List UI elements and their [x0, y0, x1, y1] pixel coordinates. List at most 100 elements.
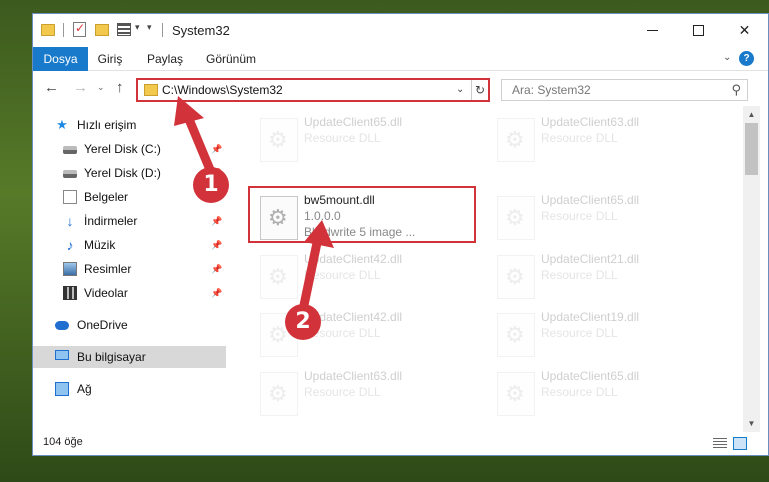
- address-bar[interactable]: C:\Windows\System32 ⌄ ↻: [136, 78, 490, 102]
- chevron-down-icon[interactable]: ⌄: [456, 84, 464, 95]
- scrollbar-thumb[interactable]: [745, 123, 758, 175]
- downloads-icon: ↓: [66, 213, 74, 229]
- file-name: UpdateClient63.dll: [304, 369, 403, 383]
- onedrive-icon: [55, 321, 69, 330]
- file-name: UpdateClient21.dll: [541, 252, 640, 266]
- videos-icon: [63, 286, 77, 300]
- folder-icon: [41, 24, 55, 36]
- details-view-icon[interactable]: [713, 438, 727, 449]
- ribbon: Dosya Giriş Paylaş Görünüm ⌄ ?: [33, 47, 768, 71]
- file-explorer-window: ▾ ▾ System32 ✕ Dosya Giriş Paylaş Görünü…: [32, 13, 769, 456]
- pictures-icon: [63, 262, 77, 276]
- file-item[interactable]: UpdateClient65.dll Resource DLL: [254, 110, 484, 164]
- file-item[interactable]: UpdateClient21.dll Resource DLL: [491, 247, 721, 301]
- documents-icon: [63, 190, 77, 204]
- search-input[interactable]: Ara: System32: [512, 83, 591, 97]
- file-item[interactable]: UpdateClient65.dll Resource DLL: [491, 188, 721, 242]
- file-item[interactable]: UpdateClient42.dll Resource DLL: [254, 247, 484, 301]
- help-icon[interactable]: ?: [739, 51, 754, 66]
- sidebar-item-network[interactable]: Ağ: [33, 378, 226, 400]
- file-list: UpdateClient65.dll Resource DLL bw5mount…: [226, 106, 743, 432]
- minimize-button[interactable]: [630, 14, 675, 46]
- sidebar-item-quick-access[interactable]: ★ Hızlı erişim: [33, 114, 226, 136]
- file-name: UpdateClient65.dll: [541, 369, 640, 383]
- drive-icon: [63, 170, 77, 178]
- sidebar-item-onedrive[interactable]: OneDrive: [33, 314, 226, 336]
- file-name: UpdateClient19.dll: [541, 310, 640, 324]
- file-description: Resource DLL: [304, 131, 381, 145]
- item-count: 104 öğe: [43, 436, 83, 448]
- tab-view[interactable]: Görünüm: [201, 47, 261, 71]
- scroll-up-icon[interactable]: ▲: [743, 106, 760, 123]
- dll-file-icon: [260, 118, 298, 162]
- expand-ribbon-icon[interactable]: ⌄: [723, 52, 731, 63]
- separator: [162, 23, 163, 37]
- customize-toolbar-icon[interactable]: ▾: [147, 22, 152, 40]
- title-bar: ▾ ▾ System32 ✕: [33, 14, 768, 47]
- sidebar-item-videos[interactable]: Videolar 📌: [33, 282, 226, 304]
- sidebar-item-label: Yerel Disk (C:): [84, 142, 161, 156]
- file-description: Resource DLL: [541, 131, 618, 145]
- dll-file-icon: [497, 313, 535, 357]
- up-arrow-icon[interactable]: ↑: [116, 79, 124, 96]
- view-options-icon[interactable]: [117, 23, 131, 36]
- refresh-icon[interactable]: ↻: [471, 80, 488, 100]
- file-description: Resource DLL: [304, 268, 381, 282]
- callout-step-1: 1: [193, 167, 229, 203]
- search-icon[interactable]: ⚲: [731, 82, 741, 98]
- file-name: UpdateClient63.dll: [541, 115, 640, 129]
- scroll-down-icon[interactable]: ▼: [743, 415, 760, 432]
- vertical-scrollbar[interactable]: ▲ ▼: [743, 106, 760, 432]
- maximize-button[interactable]: [676, 14, 721, 46]
- tab-share[interactable]: Paylaş: [143, 47, 187, 71]
- navigation-pane: ★ Hızlı erişim Yerel Disk (C:) 📌 Yerel D…: [33, 112, 226, 430]
- properties-icon[interactable]: [73, 21, 86, 37]
- file-description: Resource DLL: [541, 209, 618, 223]
- file-item[interactable]: UpdateClient63.dll Resource DLL: [254, 364, 484, 418]
- chevron-down-icon[interactable]: ▾: [135, 22, 140, 40]
- window-title: System32: [172, 23, 230, 38]
- file-name: UpdateClient42.dll: [304, 252, 403, 266]
- sidebar-item-downloads[interactable]: ↓ İndirmeler 📌: [33, 210, 226, 232]
- network-icon: [55, 382, 69, 396]
- sidebar-item-label: İndirmeler: [84, 214, 138, 228]
- search-box[interactable]: Ara: System32 ⚲: [501, 79, 748, 101]
- file-item[interactable]: UpdateClient19.dll Resource DLL: [491, 305, 721, 359]
- tab-file[interactable]: Dosya: [33, 47, 88, 71]
- dll-file-icon: [260, 255, 298, 299]
- pin-icon: 📌: [211, 264, 223, 274]
- back-arrow-icon[interactable]: ←: [44, 79, 59, 96]
- sidebar-item-local-disk-c[interactable]: Yerel Disk (C:) 📌: [33, 138, 226, 160]
- file-name: UpdateClient65.dll: [304, 115, 403, 129]
- folder-icon: [144, 84, 158, 96]
- dll-file-icon: [497, 255, 535, 299]
- pin-icon: 📌: [211, 240, 223, 250]
- new-folder-icon[interactable]: [95, 24, 109, 36]
- file-description: Resource DLL: [541, 385, 618, 399]
- callout-step-2: 2: [285, 304, 321, 340]
- file-item[interactable]: UpdateClient63.dll Resource DLL: [491, 110, 721, 164]
- tab-home[interactable]: Giriş: [90, 47, 130, 71]
- drive-icon: [63, 146, 77, 154]
- large-icons-view-icon[interactable]: [733, 437, 747, 450]
- address-path[interactable]: C:\Windows\System32: [162, 83, 283, 97]
- forward-arrow-icon[interactable]: →: [73, 79, 88, 96]
- pin-icon: 📌: [211, 288, 223, 298]
- sidebar-item-pictures[interactable]: Resimler 📌: [33, 258, 226, 280]
- sidebar-item-music[interactable]: ♪ Müzik 📌: [33, 234, 226, 256]
- recent-locations-icon[interactable]: ⌄: [97, 82, 105, 93]
- close-button[interactable]: ✕: [722, 14, 767, 46]
- sidebar-item-label: OneDrive: [77, 318, 128, 332]
- pin-icon: 📌: [211, 144, 223, 154]
- this-pc-icon: [55, 350, 69, 360]
- dll-file-icon: [497, 372, 535, 416]
- file-description: Resource DLL: [304, 385, 381, 399]
- star-icon: ★: [56, 117, 68, 132]
- file-item[interactable]: UpdateClient65.dll Resource DLL: [491, 364, 721, 418]
- minimize-icon: [647, 29, 658, 31]
- dll-file-icon: [497, 118, 535, 162]
- sidebar-item-this-pc[interactable]: Bu bilgisayar: [33, 346, 226, 368]
- status-bar: 104 öğe: [33, 432, 768, 455]
- sidebar-item-label: Hızlı erişim: [77, 118, 137, 132]
- sidebar-item-label: Ağ: [77, 382, 92, 396]
